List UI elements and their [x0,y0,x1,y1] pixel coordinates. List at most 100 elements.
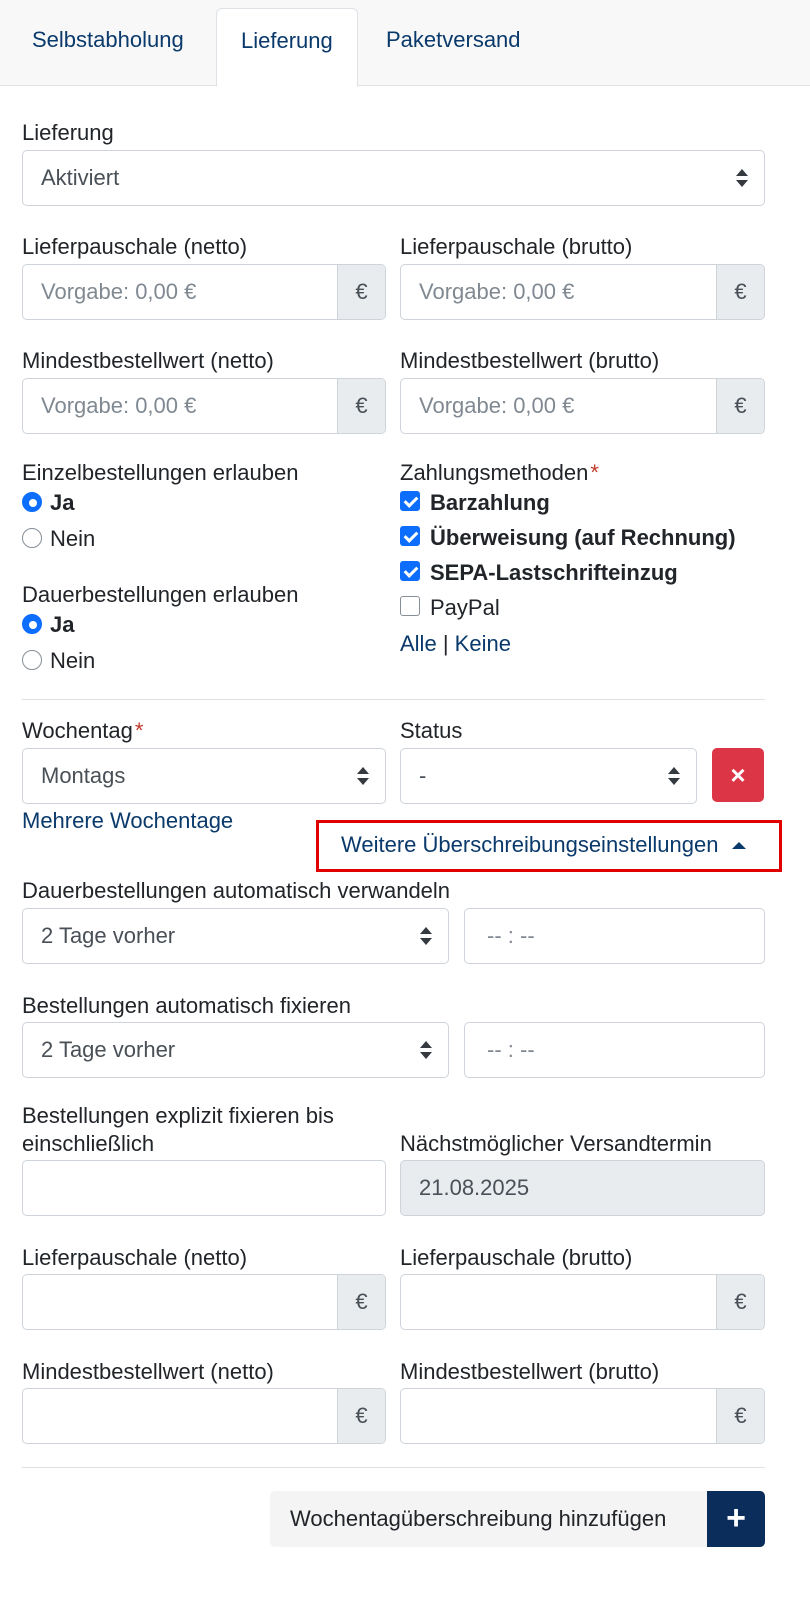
remove-override-button[interactable]: × [712,748,764,802]
zahlungsmethoden-label-text: Zahlungsmethoden [400,460,589,485]
euro-addon: € [716,1275,764,1329]
payment-sepa[interactable]: SEPA-Lastschrifteinzug [400,558,678,588]
checkbox-label: Überweisung (auf Rechnung) [430,525,736,550]
tab-lieferung[interactable]: Lieferung [216,8,358,87]
checkbox-checked-icon[interactable] [400,526,420,547]
euro-addon: € [337,1389,385,1443]
checkbox-label: PayPal [430,595,500,620]
weitere-einstellungen-toggle[interactable]: Weitere Überschreibungseinstellungen [341,832,747,858]
required-marker: * [134,718,144,743]
payment-ueberweisung[interactable]: Überweisung (auf Rechnung) [400,523,736,553]
einzelbestellungen-ja-option[interactable]: Ja [22,488,74,518]
override-mindestbestellwert-netto-input[interactable]: € [22,1388,386,1444]
radio-label: Nein [50,648,96,673]
euro-addon: € [337,265,385,319]
euro-addon: € [716,265,764,319]
select-none-link[interactable]: Keine [455,631,511,656]
einzelbestellungen-label: Einzelbestellungen erlauben [22,460,299,485]
euro-addon: € [337,1275,385,1329]
zahlungsmethoden-label: Zahlungsmethoden* [400,460,599,486]
lieferpauschale-netto-label: Lieferpauschale (netto) [22,234,248,259]
dauerbestellungen-nein-option[interactable]: Nein [22,646,95,676]
override-lieferpauschale-brutto-label: Lieferpauschale (brutto) [400,1245,633,1270]
einzelbestellungen-nein-option[interactable]: Nein [22,524,95,554]
tab-bar: Selbstabholung Lieferung Paketversand [0,0,810,87]
radio-label: Nein [50,526,96,551]
lieferpauschale-brutto-placeholder: Vorgabe: 0,00 € [419,279,575,304]
auto-fixieren-select-value: 2 Tage vorher [41,1037,176,1062]
mindestbestellwert-brutto-placeholder: Vorgabe: 0,00 € [419,393,575,418]
wochentag-select-value: Montags [41,763,126,788]
dauer-verwandeln-select-value: 2 Tage vorher [41,923,176,948]
dauer-verwandeln-label: Dauerbestellungen automatisch verwandeln [22,878,451,903]
euro-addon: € [716,1389,764,1443]
status-label: Status [400,718,463,743]
plus-icon[interactable]: + [707,1491,765,1547]
explizit-fixieren-label-line1: Bestellungen explizit fixieren bis [22,1103,334,1128]
radio-unselected-icon[interactable] [22,528,42,549]
override-lieferpauschale-netto-label: Lieferpauschale (netto) [22,1245,248,1270]
dauerbestellungen-label: Dauerbestellungen erlauben [22,582,299,607]
status-select-value: - [419,763,427,788]
tab-paketversand[interactable]: Paketversand [362,8,545,86]
checkbox-checked-icon[interactable] [400,491,420,512]
lieferpauschale-brutto-input[interactable]: Vorgabe: 0,00 € € [400,264,765,320]
override-lieferpauschale-netto-input[interactable]: € [22,1274,386,1330]
mindestbestellwert-netto-label: Mindestbestellwert (netto) [22,348,274,373]
close-icon: × [730,760,746,790]
mindestbestellwert-brutto-input[interactable]: Vorgabe: 0,00 € € [400,378,765,434]
auto-fixieren-select[interactable]: 2 Tage vorher [22,1022,449,1078]
explizit-fixieren-label-line2: einschließlich [22,1131,155,1156]
divider [22,1467,765,1468]
mindestbestellwert-netto-placeholder: Vorgabe: 0,00 € [41,393,197,418]
tab-selbstabholung[interactable]: Selbstabholung [8,8,208,86]
time-placeholder: -- : -- [487,923,535,948]
lieferpauschale-brutto-label: Lieferpauschale (brutto) [400,234,633,259]
explizit-fixieren-input[interactable] [22,1160,386,1216]
radio-selected-icon[interactable] [22,492,42,513]
select-arrows-icon [736,169,748,187]
override-mindestbestellwert-netto-label: Mindestbestellwert (netto) [22,1359,274,1384]
wochentag-label: Wochentag* [22,718,143,744]
override-mindestbestellwert-brutto-input[interactable]: € [400,1388,765,1444]
lieferpauschale-netto-input[interactable]: Vorgabe: 0,00 € € [22,264,386,320]
euro-addon: € [716,379,764,433]
naechster-versandtermin-field: 21.08.2025 [400,1160,765,1216]
required-marker: * [590,460,599,485]
divider [22,699,765,700]
radio-selected-icon[interactable] [22,614,42,635]
checkbox-label: Barzahlung [430,490,550,515]
add-weekday-override-label: Wochentagüberschreibung hinzufügen [290,1506,667,1531]
status-select[interactable]: - [400,748,697,804]
override-lieferpauschale-brutto-input[interactable]: € [400,1274,765,1330]
dauerbestellungen-ja-option[interactable]: Ja [22,610,74,640]
lieferung-select-value: Aktiviert [41,165,120,190]
mehrere-wochentage-link[interactable]: Mehrere Wochentage [22,808,233,834]
checkbox-checked-icon[interactable] [400,561,420,582]
mindestbestellwert-brutto-label: Mindestbestellwert (brutto) [400,348,660,373]
select-arrows-icon [668,767,680,785]
lieferung-select[interactable]: Aktiviert [22,150,765,206]
dauer-verwandeln-time-input[interactable]: -- : -- [464,908,765,964]
lieferpauschale-netto-placeholder: Vorgabe: 0,00 € [41,279,197,304]
caret-up-icon [732,842,747,849]
override-mindestbestellwert-brutto-label: Mindestbestellwert (brutto) [400,1359,660,1384]
radio-unselected-icon[interactable] [22,650,42,671]
weitere-einstellungen-label: Weitere Überschreibungseinstellungen [341,832,719,857]
add-weekday-override-button[interactable]: Wochentagüberschreibung hinzufügen + [270,1491,765,1547]
wochentag-label-text: Wochentag [22,718,133,743]
naechster-versandtermin-value: 21.08.2025 [419,1175,530,1200]
select-all-none-links: Alle | Keine [400,629,511,659]
mindestbestellwert-netto-input[interactable]: Vorgabe: 0,00 € € [22,378,386,434]
auto-fixieren-label: Bestellungen automatisch fixieren [22,993,351,1018]
payment-barzahlung[interactable]: Barzahlung [400,488,550,518]
payment-paypal[interactable]: PayPal [400,593,500,623]
dauer-verwandeln-select[interactable]: 2 Tage vorher [22,908,449,964]
select-arrows-icon [420,1041,432,1059]
checkbox-unchecked-icon[interactable] [400,596,420,617]
time-placeholder: -- : -- [487,1037,535,1062]
wochentag-select[interactable]: Montags [22,748,386,804]
explizit-fixieren-label: Bestellungen explizit fixieren bis einsc… [22,1102,334,1158]
auto-fixieren-time-input[interactable]: -- : -- [464,1022,765,1078]
select-all-link[interactable]: Alle [400,631,437,656]
